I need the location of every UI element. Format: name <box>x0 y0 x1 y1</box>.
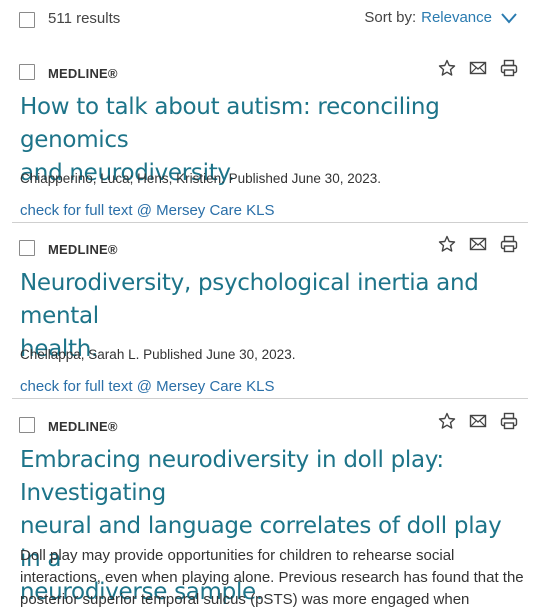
mail-icon[interactable] <box>469 59 487 77</box>
divider <box>12 398 528 399</box>
results-toolbar: 511 results Sort by: Relevance <box>0 0 536 40</box>
record-checkbox[interactable] <box>19 417 35 433</box>
star-icon[interactable] <box>438 412 456 430</box>
sort-label: Sort by: <box>364 9 417 26</box>
print-icon[interactable] <box>500 235 518 253</box>
sort-control[interactable]: Sort by: Relevance <box>364 9 518 26</box>
record-meta: Chellappa, Sarah L. Published June 30, 2… <box>20 347 296 362</box>
print-icon[interactable] <box>500 59 518 77</box>
mail-icon[interactable] <box>469 412 487 430</box>
star-icon[interactable] <box>438 59 456 77</box>
mail-icon[interactable] <box>469 235 487 253</box>
record-checkbox[interactable] <box>19 240 35 256</box>
record-abstract: Doll play may provide opportunities for … <box>20 545 526 614</box>
full-text-link[interactable]: check for full text @ Mersey Care KLS <box>20 202 274 219</box>
abstract-line: interactions, even when playing alone. P… <box>20 569 524 586</box>
full-text-link[interactable]: check for full text @ Mersey Care KLS <box>20 378 274 395</box>
results-count: 511 results <box>48 10 121 27</box>
sort-value[interactable]: Relevance <box>421 9 492 26</box>
record-actions <box>438 235 518 253</box>
select-all-checkbox[interactable] <box>19 12 35 28</box>
record-meta: Chiapperino, Luca; Hens, Kristien. Publi… <box>20 171 381 186</box>
title-line: How to talk about autism: reconciling ge… <box>20 94 440 153</box>
record-actions <box>438 59 518 77</box>
title-line: Embracing neurodiversity in doll play: I… <box>20 447 444 506</box>
divider <box>12 222 528 223</box>
title-line: Neurodiversity, psychological inertia an… <box>20 270 479 329</box>
abstract-line: Doll play may provide opportunities for … <box>20 547 455 564</box>
abstract-line: posterior superior temporal sulcus (pSTS… <box>20 591 470 614</box>
record-source: MEDLINE® <box>48 419 118 434</box>
print-icon[interactable] <box>500 412 518 430</box>
star-icon[interactable] <box>438 235 456 253</box>
record-checkbox[interactable] <box>19 64 35 80</box>
chevron-down-icon[interactable] <box>500 11 518 25</box>
record-source: MEDLINE® <box>48 242 118 257</box>
record-actions <box>438 412 518 430</box>
record-source: MEDLINE® <box>48 66 118 81</box>
